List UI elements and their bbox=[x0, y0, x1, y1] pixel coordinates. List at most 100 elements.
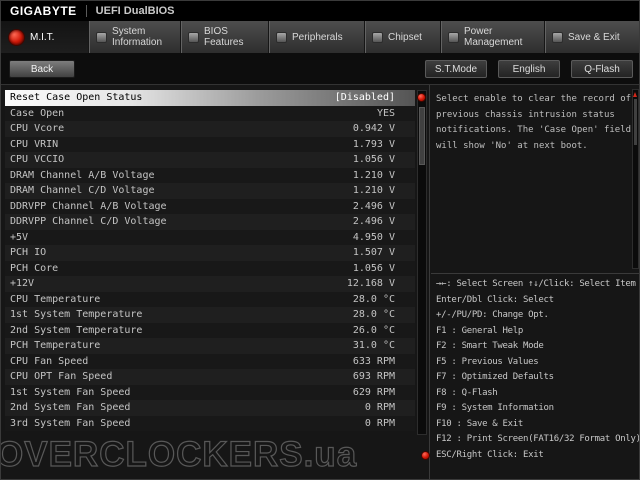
key-legend-line: F1 : General Help bbox=[436, 325, 524, 336]
setting-row[interactable]: 3rd System Fan Speed 0 RPM bbox=[5, 415, 415, 431]
setting-label: DRAM Channel C/D Voltage bbox=[10, 185, 155, 197]
setting-row[interactable]: DDRVPP Channel A/B Voltage 2.496 V bbox=[5, 198, 415, 214]
setting-row[interactable]: 1st System Temperature 28.0 °C bbox=[5, 307, 415, 323]
setting-label: CPU Fan Speed bbox=[10, 355, 89, 367]
setting-value: 1.210 V bbox=[352, 185, 395, 197]
toolbar-right-group: S.T.Mode English Q-Flash bbox=[425, 60, 633, 78]
settings-pane: Reset Case Open Status [Disabled] Case Ope… bbox=[5, 90, 429, 476]
tab-label: M.I.T. bbox=[30, 31, 55, 43]
scroll-up-arrow-icon bbox=[633, 92, 637, 97]
setting-label: CPU VRIN bbox=[10, 138, 59, 150]
tab-bar: M.I.T. System Information BIOS Features Per… bbox=[1, 21, 639, 53]
setting-row[interactable]: 2nd System Fan Speed 0 RPM bbox=[5, 400, 415, 416]
tab-label: BIOS Features bbox=[204, 26, 244, 48]
setting-row[interactable]: Reset Case Open Status [Disabled] bbox=[5, 90, 415, 106]
key-legend-line: F8 : Q-Flash bbox=[436, 387, 498, 398]
chipset-icon bbox=[372, 31, 383, 43]
key-legend-line: +/-/PU/PD: Change Opt. bbox=[436, 310, 549, 320]
setting-row[interactable]: CPU Fan Speed 633 RPM bbox=[5, 353, 415, 369]
tab-bios-features[interactable]: BIOS Features bbox=[181, 21, 269, 53]
key-legend-line: ESC/Right Click: Exit bbox=[421, 448, 639, 464]
setting-value: 2.496 V bbox=[352, 200, 395, 212]
system-information-icon bbox=[96, 31, 107, 43]
settings-scrollbar[interactable] bbox=[417, 90, 427, 435]
setting-label: CPU VCCIO bbox=[10, 154, 65, 166]
setting-label: PCH Temperature bbox=[10, 340, 101, 352]
setting-label: PCH Core bbox=[10, 262, 59, 274]
tab-power-management[interactable]: Power Management bbox=[441, 21, 545, 53]
help-divider bbox=[431, 273, 639, 274]
settings-list: Reset Case Open Status [Disabled] Case Ope… bbox=[5, 90, 415, 431]
setting-row[interactable]: 2nd System Temperature 26.0 °C bbox=[5, 322, 415, 338]
setting-row[interactable]: DDRVPP Channel C/D Voltage 2.496 V bbox=[5, 214, 415, 230]
setting-value: 0.942 V bbox=[352, 123, 395, 135]
setting-row[interactable]: +12V 12.168 V bbox=[5, 276, 415, 292]
setting-value: 1.210 V bbox=[352, 169, 395, 181]
brand-divider bbox=[85, 5, 87, 17]
s-t-mode-button[interactable]: S.T.Mode bbox=[425, 60, 487, 78]
tab-label: Save & Exit bbox=[568, 31, 620, 43]
tab-label: Power Management bbox=[464, 26, 523, 48]
tab-peripherals[interactable]: Peripherals bbox=[269, 21, 365, 53]
setting-row[interactable]: PCH Core 1.056 V bbox=[5, 260, 415, 276]
english-button[interactable]: English bbox=[498, 60, 560, 78]
setting-label: 2nd System Fan Speed bbox=[10, 402, 131, 414]
setting-label: CPU Vcore bbox=[10, 123, 65, 135]
setting-value: 633 RPM bbox=[352, 355, 395, 367]
tab-system-information[interactable]: System Information bbox=[89, 21, 181, 53]
key-legend-line: F2 : Smart Tweak Mode bbox=[436, 341, 544, 351]
setting-row[interactable]: CPU OPT Fan Speed 693 RPM bbox=[5, 369, 415, 385]
key-legend-line: Enter/Dbl Click: Select bbox=[436, 294, 554, 305]
setting-label: 1st System Fan Speed bbox=[10, 386, 131, 398]
key-legend-line: F10 : Save & Exit bbox=[436, 418, 524, 429]
selected-row-alert-icon bbox=[417, 93, 426, 102]
setting-label: 2nd System Temperature bbox=[10, 324, 143, 336]
tab-label: System Information bbox=[112, 26, 163, 48]
app-title: UEFI DualBIOS bbox=[95, 5, 175, 17]
setting-row[interactable]: DRAM Channel C/D Voltage 1.210 V bbox=[5, 183, 415, 199]
bios-window: GIGABYTE UEFI DualBIOS M.I.T. System Info… bbox=[0, 0, 640, 480]
setting-value: 4.950 V bbox=[352, 231, 395, 243]
q-flash-button[interactable]: Q-Flash bbox=[571, 60, 633, 78]
setting-row[interactable]: CPU VRIN 1.793 V bbox=[5, 136, 415, 152]
setting-row[interactable]: 1st System Fan Speed 629 RPM bbox=[5, 384, 415, 400]
setting-value: 12.168 V bbox=[346, 278, 395, 290]
setting-value: 0 RPM bbox=[364, 402, 395, 414]
bios-features-icon bbox=[188, 31, 199, 43]
help-scrollbar[interactable] bbox=[632, 89, 639, 269]
setting-value: 1.507 V bbox=[352, 247, 395, 259]
setting-label: 3rd System Fan Speed bbox=[10, 417, 131, 429]
help-pane: Select enable to clear the record of pre… bbox=[421, 85, 639, 479]
tab-chipset[interactable]: Chipset bbox=[365, 21, 441, 53]
setting-value: 1.056 V bbox=[352, 262, 395, 274]
settings-scrollbar-thumb[interactable] bbox=[419, 107, 425, 165]
setting-value: YES bbox=[376, 107, 395, 119]
setting-row[interactable]: CPU Temperature 28.0 °C bbox=[5, 291, 415, 307]
tab-save-exit[interactable]: Save & Exit bbox=[545, 21, 639, 53]
setting-row[interactable]: CPU Vcore 0.942 V bbox=[5, 121, 415, 137]
save-exit-icon bbox=[552, 31, 563, 43]
setting-row[interactable]: +5V 4.950 V bbox=[5, 229, 415, 245]
setting-label: Reset Case Open Status bbox=[10, 92, 143, 104]
setting-value: 31.0 °C bbox=[352, 340, 395, 352]
power-management-icon bbox=[448, 31, 459, 43]
setting-row[interactable]: CPU VCCIO 1.056 V bbox=[5, 152, 415, 168]
help-scrollbar-thumb[interactable] bbox=[634, 99, 637, 145]
setting-value: 26.0 °C bbox=[352, 324, 395, 336]
setting-label: CPU OPT Fan Speed bbox=[10, 371, 113, 383]
setting-value: 693 RPM bbox=[352, 371, 395, 383]
setting-row[interactable]: PCH Temperature 31.0 °C bbox=[5, 338, 415, 354]
setting-label: +5V bbox=[10, 231, 29, 243]
content-area: Reset Case Open Status [Disabled] Case Ope… bbox=[1, 85, 639, 479]
mit-fan-icon bbox=[8, 28, 25, 46]
back-button[interactable]: Back bbox=[9, 60, 75, 78]
setting-label: CPU Temperature bbox=[10, 293, 101, 305]
setting-value: [Disabled] bbox=[334, 92, 395, 104]
tab-m-i-t[interactable]: M.I.T. bbox=[1, 21, 89, 53]
setting-row[interactable]: DRAM Channel A/B Voltage 1.210 V bbox=[5, 167, 415, 183]
setting-row[interactable]: PCH IO 1.507 V bbox=[5, 245, 415, 261]
setting-row[interactable]: Case Open YES bbox=[5, 105, 415, 121]
setting-value: 28.0 °C bbox=[352, 309, 395, 321]
setting-value: 0 RPM bbox=[364, 417, 395, 429]
key-legend-line: F7 : Optimized Defaults bbox=[436, 372, 554, 382]
